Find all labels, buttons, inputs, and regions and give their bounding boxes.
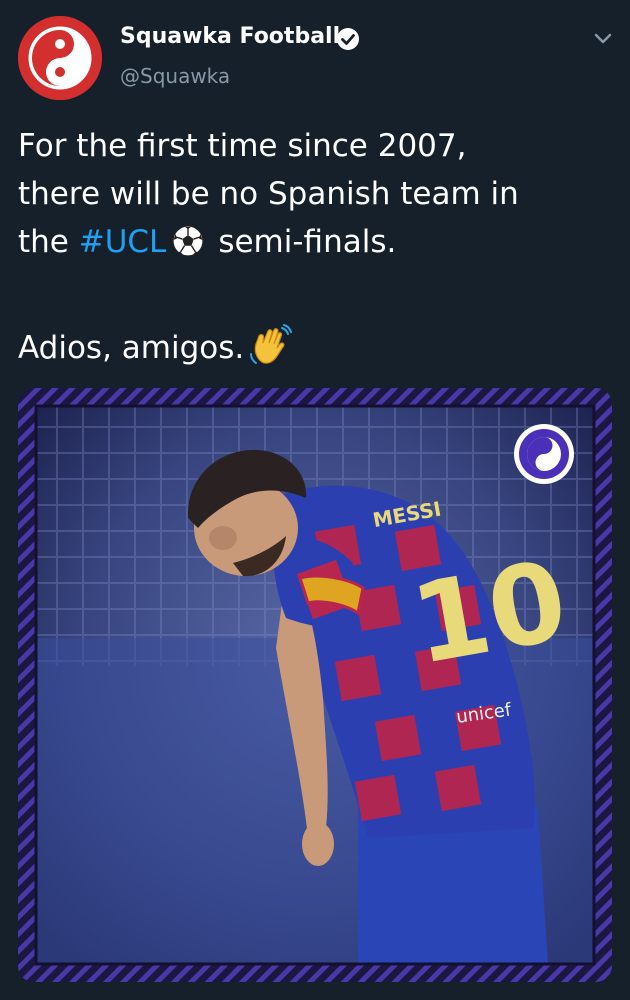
tweet-text-line: Adios, amigos. [18,324,612,372]
chevron-down-icon[interactable] [590,28,616,48]
tweet-media-image[interactable]: 10 MESSI unicef [18,388,612,982]
soccer-ball-icon [172,225,204,257]
waving-hand-icon [248,324,293,368]
tweet: Squawka Football @Squawka For the first … [0,0,630,1000]
photo-player-illustration: 10 MESSI unicef [18,388,612,982]
squawka-logo-icon [18,16,102,100]
tweet-text-line: there will be no Spanish team in [18,176,519,212]
tweet-text-line: For the first time since 2007, [18,128,467,164]
tweet-text-line: the #UCL semi-finals. [18,218,612,266]
tweet-text-segment: semi-finals. [218,224,397,260]
user-handle[interactable]: @Squawka [120,64,230,88]
tweet-text: For the first time since 2007, there wil… [18,122,612,372]
tweet-text-segment: the [18,224,79,260]
shirt-number: 10 [403,536,576,689]
avatar[interactable] [18,16,102,100]
verified-badge-icon [336,27,360,51]
hashtag-link[interactable]: #UCL [79,224,167,260]
display-name[interactable]: Squawka Football [120,24,340,49]
squawka-logo-icon [514,424,574,484]
tweet-text-segment: Adios, amigos. [18,330,245,366]
